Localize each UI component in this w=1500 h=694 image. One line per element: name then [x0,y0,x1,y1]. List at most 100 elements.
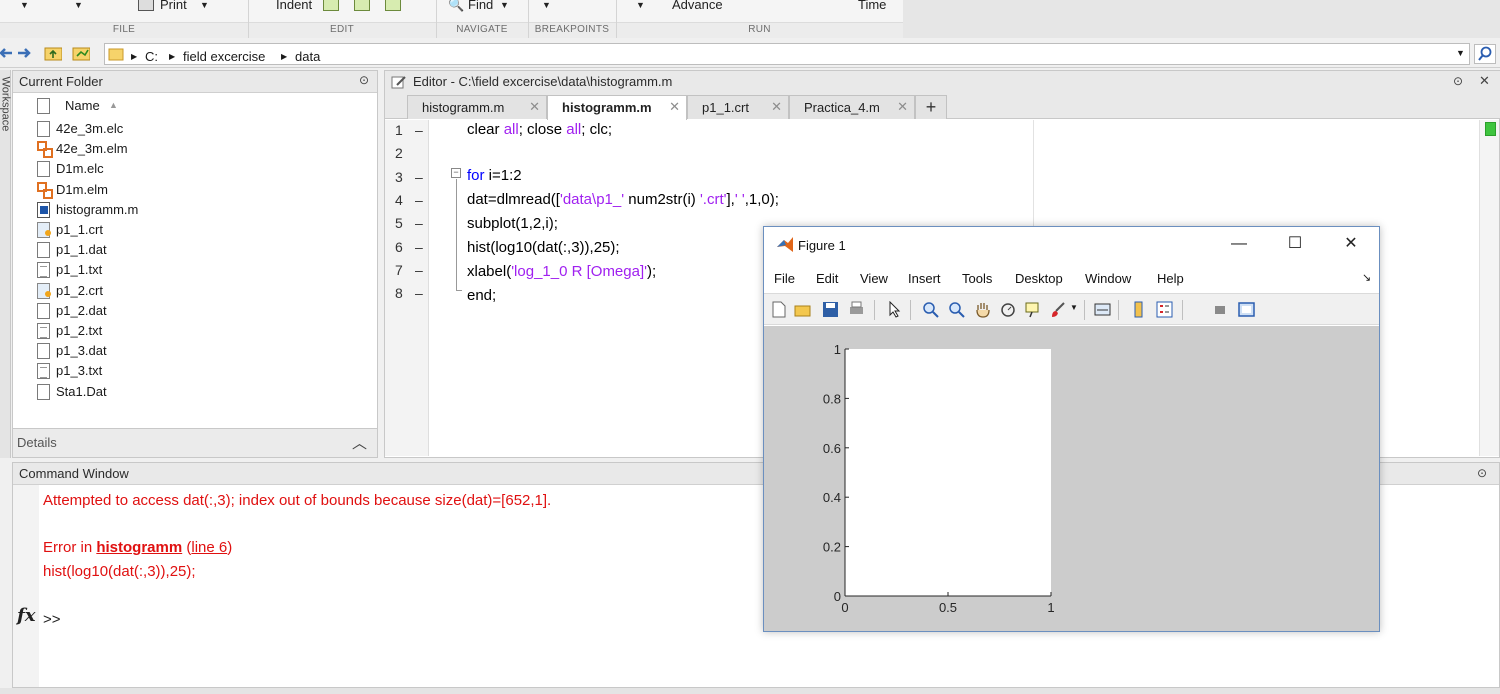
current-folder-path-field[interactable]: ▶ C: ▶ field excercise ▶ data [104,43,1470,65]
workspace-tab[interactable]: Workspace [0,70,11,458]
editor-title: Editor - C:\field excercise\data\histogr… [413,74,673,89]
pan-hand-icon[interactable] [974,301,991,318]
insert-colorbar-icon[interactable] [1130,301,1147,318]
open-file-icon[interactable] [794,301,811,318]
file-name: p1_2.dat [56,302,107,318]
panel-actions-icon[interactable]: ⊙ [1453,74,1463,88]
close-tab-icon[interactable]: ✕ [669,99,680,115]
insert-legend-icon[interactable] [1156,301,1173,318]
figure-canvas[interactable]: 0 0.2 0.4 0.6 0.8 1 0 0.5 1 [764,326,1379,631]
chevron-down-icon[interactable]: ▼ [74,0,83,10]
breakpoint-marker[interactable]: – [415,169,423,185]
hide-plot-tools-icon[interactable] [1212,301,1229,318]
new-figure-icon[interactable] [770,301,787,318]
rotate-3d-icon[interactable] [1000,301,1017,318]
error-line-link[interactable]: line 6 [191,539,227,556]
close-tab-icon[interactable]: ✕ [771,99,782,115]
close-button[interactable]: ✕ [1336,235,1366,255]
menu-file[interactable]: File [774,271,795,286]
smart-indent-icon[interactable] [323,0,339,11]
close-tab-icon[interactable]: ✕ [529,99,540,115]
chevron-down-icon[interactable]: ▼ [1070,303,1078,312]
new-tab-button[interactable]: + [915,95,947,119]
error-function-link[interactable]: histogramm [96,539,182,556]
figure-window[interactable]: Figure 1 — ☐ ✕ File Edit View Insert Too… [763,226,1380,632]
menu-edit[interactable]: Edit [816,271,838,286]
print-button[interactable]: Print [160,0,187,12]
zoom-out-icon[interactable] [948,301,965,318]
breakpoint-marker[interactable]: – [415,285,423,301]
command-prompt[interactable]: >> [43,611,61,628]
menu-view[interactable]: View [860,271,888,286]
maximize-button[interactable]: ☐ [1280,235,1310,255]
breakpoint-marker[interactable]: – [415,239,423,255]
editor-scrollbar[interactable] [1479,120,1499,456]
brush-icon[interactable] [1050,301,1067,318]
path-dropdown-icon[interactable]: ▼ [1456,48,1465,58]
fold-guide-end [456,290,462,291]
chevron-down-icon[interactable]: ▼ [636,0,645,10]
print-figure-icon[interactable] [848,301,865,318]
chevron-down-icon[interactable]: ▼ [20,0,29,10]
details-panel[interactable]: Details ︿ [12,428,378,458]
menu-tools[interactable]: Tools [962,271,992,286]
dock-figure-icon[interactable]: ↘ [1362,271,1371,284]
menu-desktop[interactable]: Desktop [1015,271,1063,286]
decrease-indent-icon[interactable] [354,0,370,11]
link-plot-icon[interactable] [1094,301,1111,318]
tab-histogramm-1[interactable]: histogramm.m ✕ [407,95,547,119]
chevron-up-icon[interactable]: ︿ [352,432,367,453]
find-button[interactable]: Find [468,0,493,12]
close-icon[interactable]: ✕ [1479,73,1490,89]
code-fold-icon[interactable]: − [451,168,461,178]
browse-folder-icon[interactable] [72,44,90,62]
name-column-header[interactable]: Name ▲ [37,95,377,117]
code-token: ], [726,191,735,208]
path-segment-folder[interactable]: field excercise [183,49,265,64]
menu-window[interactable]: Window [1085,271,1131,286]
path-separator-icon[interactable]: ▶ [281,52,287,61]
breakpoint-marker[interactable]: – [415,122,423,138]
breakpoint-marker[interactable]: – [415,192,423,208]
data-cursor-icon[interactable] [1024,301,1041,318]
current-folder-title: Current Folder [19,74,103,89]
back-arrow-icon[interactable] [0,44,14,62]
path-segment-drive[interactable]: C: [145,49,158,64]
save-icon[interactable] [822,301,839,318]
indent-button[interactable]: Indent [276,0,312,12]
edit-plot-arrow-icon[interactable] [886,301,903,318]
chevron-down-icon[interactable]: ▼ [500,0,509,10]
figure-title-bar[interactable]: Figure 1 — ☐ ✕ [764,227,1379,263]
up-folder-icon[interactable] [44,44,62,62]
menu-insert[interactable]: Insert [908,271,941,286]
menu-help[interactable]: Help [1157,271,1184,286]
increase-indent-icon[interactable] [385,0,401,11]
search-folder-icon[interactable] [1474,44,1496,64]
panel-actions-icon[interactable]: ⊙ [1477,466,1487,480]
panel-actions-icon[interactable]: ⊙ [359,73,369,87]
folder-icon [108,48,124,61]
forward-arrow-icon[interactable] [16,44,34,62]
code-analyzer-status-icon[interactable] [1485,122,1496,136]
breakpoint-marker[interactable]: – [415,262,423,278]
path-segment-data[interactable]: data [295,49,320,64]
show-plot-tools-icon[interactable] [1238,301,1255,318]
function-browser-icon[interactable]: fx [17,605,35,626]
y-tick-label: 0 [834,589,841,604]
plot-area[interactable] [845,349,1051,596]
close-tab-icon[interactable]: ✕ [897,99,908,115]
run-and-time-button[interactable]: Time [858,0,886,12]
tab-practica-4[interactable]: Practica_4.m ✕ [789,95,915,119]
zoom-in-icon[interactable] [922,301,939,318]
workspace-tab-label: Workspace [0,76,12,132]
chevron-down-icon[interactable]: ▼ [542,0,551,10]
minimize-button[interactable]: — [1224,235,1254,255]
path-separator-icon[interactable]: ▶ [131,52,137,61]
breakpoint-marker[interactable]: – [415,215,423,231]
tab-p1-1-crt[interactable]: p1_1.crt ✕ [687,95,789,119]
chevron-down-icon[interactable]: ▼ [200,0,209,10]
run-and-advance-button[interactable]: Advance [672,0,723,12]
axes[interactable]: 0 0.2 0.4 0.6 0.8 1 0 0.5 1 [764,326,1379,631]
path-separator-icon[interactable]: ▶ [169,52,175,61]
tab-histogramm-active[interactable]: histogramm.m ✕ [547,95,687,120]
